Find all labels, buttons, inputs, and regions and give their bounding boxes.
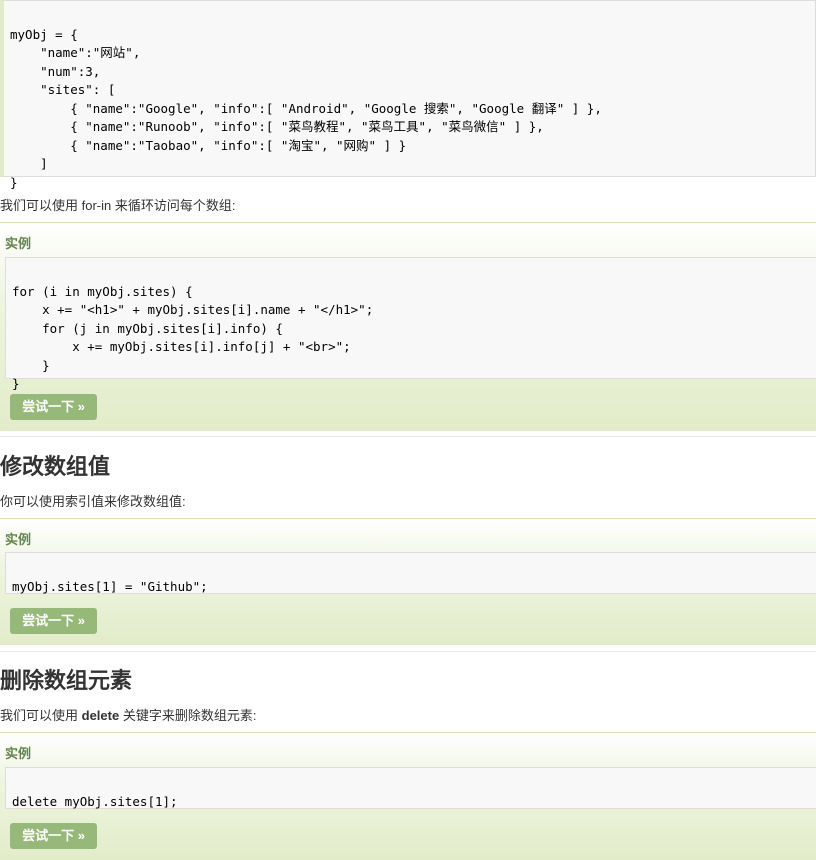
code-line: "sites": [ xyxy=(10,82,116,97)
example-title: 实例 xyxy=(5,746,32,761)
code-block-json-object: myObj = { "name":"网站", "num":3, "sites":… xyxy=(0,0,816,190)
code-line: for (j in myObj.sites[i].info) { xyxy=(12,320,283,336)
code-line: for (i in myObj.sites) { xyxy=(12,283,193,299)
code-line: } xyxy=(12,357,50,373)
code-line: ] xyxy=(10,156,48,171)
example-title: 实例 xyxy=(5,532,32,547)
code-block-forin: for (i in myObj.sites) { x += "<h1>" + m… xyxy=(5,257,816,391)
section-divider xyxy=(0,436,816,437)
section-heading-delete: 删除数组元素 xyxy=(0,668,133,693)
forin-intro-text: 我们可以使用 for-in 来循环访问每个数组: xyxy=(0,198,236,213)
code-line: myObj.sites[1] = "Github"; xyxy=(12,578,208,594)
code-line: { "name":"Google", "info":[ "Android", "… xyxy=(10,100,602,116)
code-block-modify: myObj.sites[1] = "Github"; xyxy=(5,552,816,594)
delete-intro-suffix: 关键字来删除数组元素: xyxy=(119,708,257,723)
code-line: myObj = { xyxy=(10,26,78,42)
code-line: delete myObj.sites[1]; xyxy=(12,793,178,809)
code-block-delete: delete myObj.sites[1]; xyxy=(5,767,816,809)
code-line: x += myObj.sites[i].info[j] + "<br>"; xyxy=(12,339,351,354)
modify-intro-text: 你可以使用索引值来修改数组值: xyxy=(0,494,186,509)
code-line: "num":3, xyxy=(10,63,101,79)
delete-keyword: delete xyxy=(81,708,120,723)
code-line: } xyxy=(12,376,20,391)
example-title: 实例 xyxy=(5,236,32,251)
section-divider xyxy=(0,651,816,652)
code-line: x += "<h1>" + myObj.sites[i].name + "</h… xyxy=(12,302,374,317)
try-it-button[interactable]: 尝试一下 » xyxy=(10,823,97,849)
section-heading-modify: 修改数组值 xyxy=(0,454,111,479)
try-it-button[interactable]: 尝试一下 » xyxy=(10,394,97,420)
code-line: "name":"网站", xyxy=(10,45,141,60)
delete-intro-prefix: 我们可以使用 xyxy=(0,708,82,723)
example-box-forin: 实例 for (i in myObj.sites) { x += "<h1>" … xyxy=(0,222,816,431)
code-line: { "name":"Runoob", "info":[ "菜鸟教程", "菜鸟工… xyxy=(10,119,544,134)
code-line: { "name":"Taobao", "info":[ "淘宝", "网购" ]… xyxy=(10,137,407,153)
try-it-button[interactable]: 尝试一下 » xyxy=(10,608,97,634)
example-box-delete: 实例 delete myObj.sites[1]; 尝试一下 » xyxy=(0,732,816,860)
code-line: } xyxy=(10,174,18,190)
example-box-modify: 实例 myObj.sites[1] = "Github"; 尝试一下 » xyxy=(0,518,816,645)
delete-intro-text: 我们可以使用 delete 关键字来删除数组元素: xyxy=(0,705,256,724)
